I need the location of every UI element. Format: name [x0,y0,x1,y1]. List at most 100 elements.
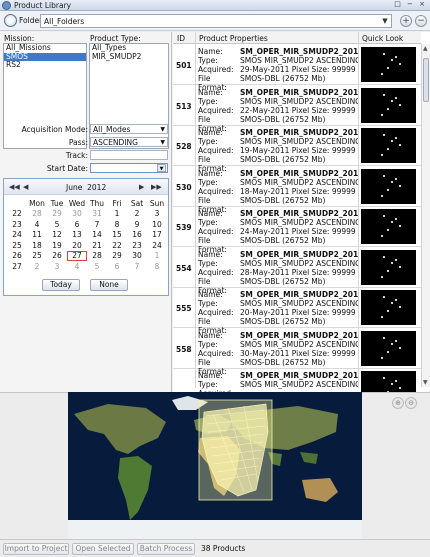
column-header-id[interactable]: ID [177,34,185,43]
table-row[interactable]: 528 Name: SM_OPER_MIR_SMUDP2_2011... Type: S… [173,126,421,173]
property-label: Type: [198,258,218,268]
scroll-down-icon[interactable]: ▼ [423,379,428,386]
world-map[interactable] [68,392,362,539]
window-controls[interactable]: □ − × [394,0,427,8]
calendar-day[interactable]: 20 [67,241,87,251]
scrollbar-thumb[interactable] [423,58,429,102]
calendar-day[interactable]: 26 [47,251,67,261]
calendar-day[interactable]: 2 [27,262,47,272]
calendar-day[interactable]: 29 [107,251,127,261]
calendar-day[interactable]: 30 [127,251,147,261]
calendar-day[interactable]: 13 [67,230,87,240]
thumbnail-speck [387,107,389,110]
calendar-day[interactable]: 1 [147,251,167,261]
quicklook-thumbnail[interactable] [361,87,416,123]
calendar-day[interactable]: 10 [147,220,167,230]
calendar-day[interactable]: 4 [67,262,87,272]
property-value: SMOS MIR_SMUDP2 ASCENDING ... [240,56,358,65]
list-item[interactable]: RS2 [4,60,86,70]
calendar-day[interactable]: 11 [27,230,47,240]
calendar-day[interactable]: 8 [147,262,167,272]
import-to-project-button[interactable]: Import to Project [3,543,69,555]
property-label: Acquired: [198,186,234,196]
calendar-day[interactable]: 16 [127,230,147,240]
calendar-day[interactable]: 28 [87,251,107,261]
calendar-day[interactable]: 12 [47,230,67,240]
calendar-today-button[interactable]: Today [42,279,80,291]
quicklook-thumbnail[interactable] [361,168,416,204]
calendar-day[interactable]: 30 [67,209,87,219]
calendar-day[interactable]: 27 [67,251,87,261]
list-item[interactable]: MIR_SMUDP2 [90,52,168,62]
calendar-day[interactable]: 5 [87,262,107,272]
property-value: SM_OPER_MIR_SMUDP2_2011... [240,249,358,259]
next-year-icon[interactable]: ▶▶ [151,183,162,191]
calendar-day[interactable]: 3 [47,262,67,272]
acquisition-mode-select[interactable]: All_Modes ▼ [90,124,168,134]
calendar-day[interactable]: 15 [107,230,127,240]
calendar-day[interactable]: 24 [147,241,167,251]
day-header: Sat [130,199,144,208]
start-date-input[interactable]: ▼ [90,163,168,173]
calendar-day[interactable]: 18 [27,241,47,251]
pass-select[interactable]: ASCENDING ▼ [90,137,168,147]
calendar-day[interactable]: 23 [127,241,147,251]
calendar-day[interactable]: 28 [27,209,47,219]
calendar-none-button[interactable]: None [90,279,128,291]
quicklook-thumbnail[interactable] [361,128,416,163]
quicklook-thumbnail[interactable] [361,249,416,285]
scroll-up-icon[interactable]: ▲ [423,45,428,52]
quicklook-thumbnail[interactable] [361,330,416,366]
table-row[interactable]: 501 Name: SM_OPER_MIR_SMUDP2_2011... Type: S… [173,45,421,92]
property-value: 22-May-2011 Pixel Size: 99999 x 9... [240,105,358,115]
calendar-day[interactable]: 5 [47,220,67,230]
folder-select[interactable]: All_Folders ▼ [40,14,392,28]
table-row[interactable]: 554 Name: SM_OPER_MIR_SMUDP2_2011... Type: S… [173,248,421,295]
column-header-properties[interactable]: Product Properties [199,34,268,43]
zoom-out-icon[interactable]: ⊖ [405,397,417,409]
calendar-day[interactable]: 29 [47,209,67,219]
calendar-day[interactable]: 1 [107,209,127,219]
table-vertical-scrollbar[interactable]: ▲ ▼ [421,44,430,387]
calendar-day[interactable]: 4 [27,220,47,230]
calendar-year: 2012 [87,183,107,192]
prev-month-icon[interactable]: ◀ [23,183,28,191]
property-value: SM_OPER_MIR_SMUDP2_2011... [240,128,358,137]
column-header-quicklook[interactable]: Quick Look [362,34,403,43]
quicklook-thumbnail[interactable] [361,290,416,325]
batch-process-button[interactable]: Batch Process [137,543,195,555]
calendar-day[interactable]: 22 [107,241,127,251]
remove-folder-button[interactable]: − [415,15,427,27]
table-row[interactable]: 513 Name: SM_OPER_MIR_SMUDP2_2011... Type: S… [173,86,421,133]
calendar-day[interactable]: 14 [87,230,107,240]
calendar-day[interactable]: 3 [147,209,167,219]
table-row[interactable]: 555 Name: SM_OPER_MIR_SMUDP2_2011... Type: S… [173,288,421,335]
row-id: 528 [176,142,192,151]
calendar-day[interactable]: 25 [27,251,47,261]
table-row[interactable]: 530 Name: SM_OPER_MIR_SMUDP2_2011... Type: S… [173,167,421,214]
calendar-day[interactable]: 21 [87,241,107,251]
calendar-day[interactable]: 31 [87,209,107,219]
calendar-day[interactable]: 7 [127,262,147,272]
chevron-down-icon[interactable]: ▼ [157,164,166,172]
prev-year-icon[interactable]: ◀◀ [9,183,20,191]
calendar-day[interactable]: 6 [107,262,127,272]
thumbnail-speck [395,258,397,261]
quicklook-thumbnail[interactable] [361,47,416,82]
calendar-day[interactable]: 7 [87,220,107,230]
calendar-day[interactable]: 19 [47,241,67,251]
track-input[interactable] [90,150,168,160]
zoom-in-icon[interactable]: ⊕ [392,397,404,409]
table-row[interactable]: 539 Name: SM_OPER_MIR_SMUDP2_2011... Type: S… [173,207,421,254]
calendar-day[interactable]: 8 [107,220,127,230]
calendar-day[interactable]: 2 [127,209,147,219]
calendar-day[interactable]: 6 [67,220,87,230]
property-label: Type: [198,137,218,146]
calendar-day[interactable]: 17 [147,230,167,240]
quicklook-thumbnail[interactable] [361,209,416,244]
open-selected-button[interactable]: Open Selected [72,543,134,555]
calendar-day[interactable]: 9 [127,220,147,230]
add-folder-button[interactable]: + [400,15,412,27]
table-row[interactable]: 558 Name: SM_OPER_MIR_SMUDP2_2011... Type: S… [173,329,421,376]
next-month-icon[interactable]: ▶ [139,183,144,191]
